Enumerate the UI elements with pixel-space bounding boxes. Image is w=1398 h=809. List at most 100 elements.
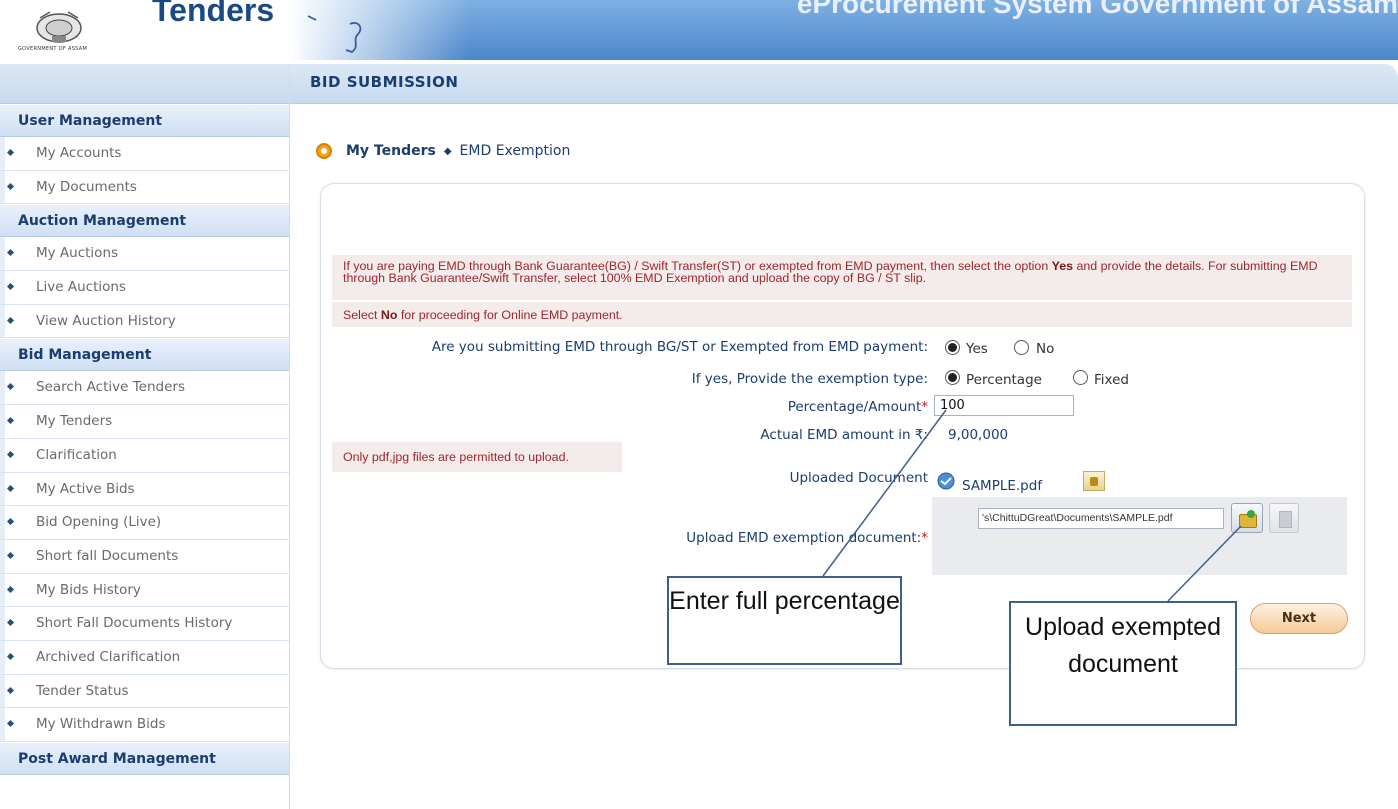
sidebar-item-bar bbox=[0, 640, 5, 674]
radio-no[interactable] bbox=[1014, 340, 1029, 355]
document-badge-icon bbox=[937, 472, 955, 490]
sidebar-item-bar bbox=[0, 472, 5, 506]
permitted-files-note: Only pdf,jpg files are permitted to uplo… bbox=[343, 450, 569, 464]
question-submitting-label: Are you submitting EMD through BG/ST or … bbox=[431, 339, 928, 355]
radio-yes[interactable] bbox=[945, 340, 960, 355]
assam-map-icon bbox=[307, 15, 362, 54]
sidebar-item-my-withdrawn-bids[interactable]: My Withdrawn Bids bbox=[0, 708, 289, 742]
notice2-text-a: Select bbox=[343, 308, 381, 322]
sidebar-item-label: View Auction History bbox=[36, 312, 176, 329]
notice-text: If you are paying EMD through Bank Guara… bbox=[343, 260, 1348, 284]
browse-upload-button[interactable] bbox=[1231, 503, 1263, 533]
next-button[interactable]: Next bbox=[1250, 603, 1348, 634]
bullet-icon bbox=[6, 619, 15, 627]
question-exemption-type-label: If yes, Provide the exemption type: bbox=[691, 371, 928, 387]
sidebar-item-label: My Accounts bbox=[36, 145, 122, 161]
sidebar-item-short-fall-documents[interactable]: Short fall Documents bbox=[0, 539, 289, 574]
sidebar-item-my-bids-history[interactable]: My Bids History bbox=[0, 573, 289, 608]
system-title: eProcurement System Government of Assam bbox=[796, 0, 1398, 19]
sidebar-item-my-tenders[interactable]: My Tenders bbox=[0, 405, 289, 439]
sidebar-item-bar bbox=[0, 573, 5, 607]
actual-emd-label: Actual EMD amount in ₹: bbox=[760, 427, 928, 443]
actual-emd-value: 9,00,000 bbox=[948, 427, 1009, 443]
bullet-icon bbox=[6, 249, 15, 257]
sidebar-item-label: My Active Bids bbox=[36, 480, 135, 497]
percentage-amount-input[interactable] bbox=[934, 395, 1074, 416]
callout-enter-percentage: Enter full percentage bbox=[667, 576, 902, 665]
callout-upload-document: Upload exempted document bbox=[1009, 601, 1237, 726]
view-document-icon[interactable] bbox=[1083, 471, 1105, 491]
bullet-icon bbox=[6, 283, 15, 291]
sidebar: User Management My Accounts My Documents Au… bbox=[0, 64, 290, 809]
sidebar-item-bar bbox=[0, 506, 5, 539]
sidebar-item-my-active-bids[interactable]: My Active Bids bbox=[0, 472, 289, 507]
sidebar-item-bar bbox=[0, 674, 5, 708]
sidebar-section-auction-management[interactable]: Auction Management bbox=[0, 204, 289, 238]
sidebar-item-label: My Documents bbox=[36, 178, 137, 195]
sidebar-item-short-fall-documents-history[interactable]: Short Fall Documents History bbox=[0, 607, 289, 641]
app-title: Tenders bbox=[152, 0, 275, 28]
sidebar-item-live-auctions[interactable]: Live Auctions bbox=[0, 271, 289, 305]
sidebar-item-label: Bid Opening (Live) bbox=[36, 514, 162, 531]
emblem-icon bbox=[36, 11, 82, 43]
sidebar-item-bar bbox=[0, 137, 5, 170]
sidebar-item-clarification[interactable]: Clarification bbox=[0, 438, 289, 473]
bullet-icon bbox=[6, 585, 15, 593]
sidebar-item-label: My Bids History bbox=[36, 581, 141, 598]
bullet-icon bbox=[6, 316, 15, 324]
app-header: GOVERNMENT OF ASSAM Tenders eProcurement… bbox=[0, 0, 1398, 60]
sidebar-top-band bbox=[0, 64, 289, 104]
sidebar-item-bar bbox=[0, 607, 5, 640]
sidebar-item-label: Short fall Documents bbox=[36, 547, 179, 564]
sidebar-item-search-active-tenders[interactable]: Search Active Tenders bbox=[0, 371, 289, 406]
bullet-icon bbox=[6, 383, 15, 391]
sidebar-item-label: Tender Status bbox=[36, 682, 129, 699]
sidebar-item-bid-opening-live[interactable]: Bid Opening (Live) bbox=[0, 506, 289, 540]
notice-no: No bbox=[380, 308, 398, 322]
gov-label: GOVERNMENT OF ASSAM bbox=[18, 46, 88, 52]
sidebar-item-view-auction-history[interactable]: View Auction History bbox=[0, 304, 289, 339]
uploaded-file-link[interactable]: SAMPLE.pdf bbox=[962, 478, 1042, 494]
sidebar-item-label: Short Fall Documents History bbox=[36, 615, 233, 632]
breadcrumb-separator-icon: ◆ bbox=[443, 145, 452, 157]
page-title: BID SUBMISSION bbox=[310, 73, 459, 91]
sidebar-item-label: My Withdrawn Bids bbox=[36, 716, 166, 733]
sidebar-menu: User Management My Accounts My Documents Au… bbox=[0, 104, 289, 775]
sidebar-item-label: My Auctions bbox=[36, 245, 119, 262]
sidebar-item-bar bbox=[0, 708, 5, 741]
sidebar-section-post-award-management[interactable]: Post Award Management bbox=[0, 742, 289, 775]
radio-fixed[interactable] bbox=[1073, 370, 1088, 385]
notice-text-2: Select No for proceeding for Online EMD … bbox=[343, 308, 623, 322]
sidebar-item-my-auctions[interactable]: My Auctions bbox=[0, 237, 289, 272]
upload-emd-document-text: Upload EMD exemption document: bbox=[686, 530, 922, 546]
sidebar-section-bid-management[interactable]: Bid Management bbox=[0, 338, 289, 372]
sidebar-item-bar bbox=[0, 170, 5, 204]
percentage-amount-label: Percentage/Amount* bbox=[788, 399, 928, 415]
sidebar-section-user-management[interactable]: User Management bbox=[0, 104, 289, 137]
radio-percentage[interactable] bbox=[945, 370, 960, 385]
sidebar-item-label: My Tenders bbox=[36, 413, 113, 430]
sidebar-item-my-documents[interactable]: My Documents bbox=[0, 170, 289, 205]
breadcrumb-link-my-tenders[interactable]: My Tenders bbox=[346, 143, 436, 159]
percentage-amount-text: Percentage/Amount bbox=[787, 399, 922, 415]
notice-yes: Yes bbox=[1051, 259, 1074, 273]
upload-file-path-field[interactable]: 's\ChittuDGreat\Documents\SAMPLE.pdf bbox=[978, 508, 1224, 529]
sidebar-item-bar bbox=[0, 237, 5, 271]
bullet-icon bbox=[6, 450, 15, 458]
page-heading-bar: BID SUBMISSION bbox=[290, 64, 1398, 104]
sidebar-item-my-accounts[interactable]: My Accounts bbox=[0, 137, 289, 171]
sidebar-item-tender-status[interactable]: Tender Status bbox=[0, 674, 289, 709]
sidebar-item-archived-clarification[interactable]: Archived Clarification bbox=[0, 640, 289, 675]
breadcrumb-bullet-icon bbox=[316, 143, 332, 159]
bullet-icon bbox=[6, 686, 15, 694]
sidebar-item-bar bbox=[0, 405, 5, 438]
page: GOVERNMENT OF ASSAM Tenders eProcurement… bbox=[0, 0, 1398, 809]
bullet-icon bbox=[6, 720, 15, 728]
radio-yes-label: Yes bbox=[966, 341, 988, 357]
radio-fixed-label: Fixed bbox=[1094, 372, 1129, 388]
notice2-text-c: for proceeding for Online EMD payment. bbox=[397, 308, 623, 322]
clear-upload-button[interactable] bbox=[1269, 503, 1299, 533]
uploaded-document-label: Uploaded Document bbox=[789, 470, 928, 486]
sidebar-item-label: Live Auctions bbox=[36, 279, 126, 296]
bullet-icon bbox=[6, 551, 15, 559]
